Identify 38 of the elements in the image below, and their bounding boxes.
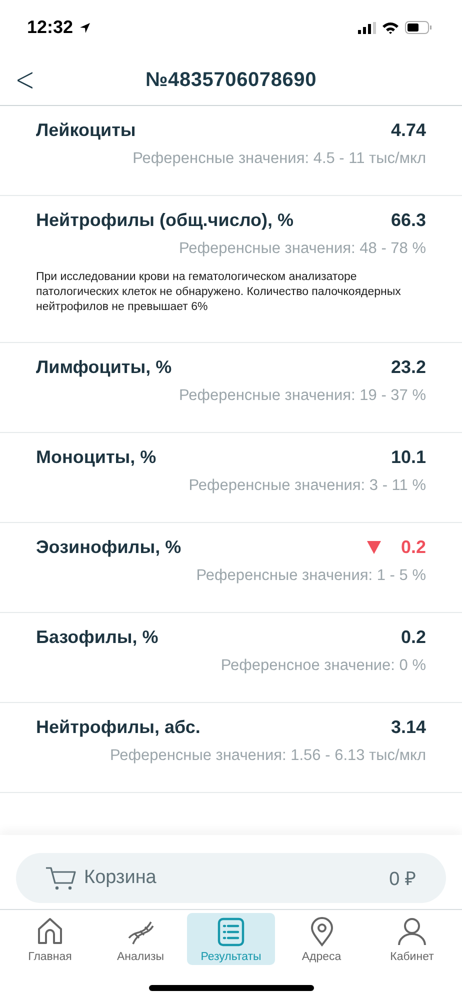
- test-value: 66.3: [390, 210, 426, 230]
- list-icon: [215, 916, 247, 948]
- reference-range: Референсные значения: 1 - 5 %: [195, 567, 426, 585]
- signal-icon: [358, 22, 376, 34]
- test-value: 0.2: [400, 536, 426, 558]
- order-number-title: №4835706078690: [144, 68, 318, 92]
- reference-range: Референсные значения: 1.56 - 6.13 тыс/мкл: [108, 747, 426, 765]
- location-arrow-icon: [79, 22, 92, 34]
- cart-bar[interactable]: Корзина 0 ₽: [16, 853, 446, 903]
- test-value: 4.74: [390, 120, 426, 140]
- test-name: Эозинофилы, %: [36, 536, 182, 558]
- test-name: Лейкоциты: [36, 119, 136, 141]
- tab-item[interactable]: Адреса: [278, 913, 366, 965]
- test-value: 3.14: [390, 716, 426, 738]
- reference-range: Референсные значения: 3 - 11 %: [188, 477, 426, 495]
- tab-item[interactable]: Главная: [6, 913, 94, 965]
- reference-range: Референсные значения: 4.5 - 11 тыс/мкл: [132, 150, 426, 168]
- battery-icon: [405, 21, 432, 34]
- cart-icon: [44, 865, 78, 891]
- test-value: 23.2: [390, 356, 426, 378]
- test-name: Моноциты, %: [36, 446, 156, 468]
- down-triangle-icon: [366, 540, 381, 554]
- test-value: 0.2: [400, 626, 426, 648]
- test-note: При исследовании крови на гематологическом анализаторе патологических клеток не обнаружено. Количество палочкоядерных нейтрофилов не превышает 6%: [36, 270, 402, 315]
- test-name: Нейтрофилы (общ.число), %: [36, 209, 294, 231]
- reference-range: Референсное значение: 0 %: [220, 657, 426, 675]
- test-name: Лимфоциты, %: [36, 356, 172, 378]
- tab-item[interactable]: Анализы: [96, 913, 184, 965]
- test-name: Нейтрофилы, абс.: [36, 716, 200, 738]
- test-name: Базофилы, %: [36, 626, 158, 648]
- test-value: 10.1: [390, 446, 426, 468]
- wifi-icon: [382, 22, 399, 34]
- reference-range: Референсные значения: 19 - 37 %: [178, 387, 426, 405]
- back-button[interactable]: <: [14, 60, 36, 100]
- reference-range: Референсные значения: 48 - 78 %: [178, 240, 426, 258]
- person-icon: [396, 916, 428, 948]
- tab-item[interactable]: Кабинет: [368, 913, 456, 965]
- clock-time: 12:32: [27, 17, 74, 38]
